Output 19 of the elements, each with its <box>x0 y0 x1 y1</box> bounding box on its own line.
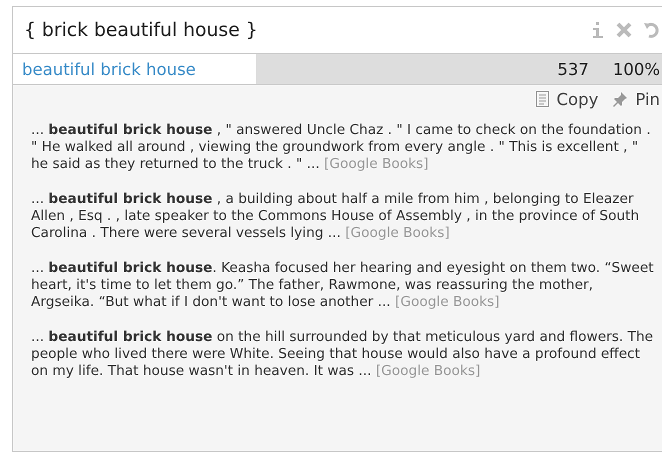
info-icon[interactable] <box>592 21 604 39</box>
snippet-text: ... beautiful brick house. Keasha focused her hearing and eyesight on them two. “Sweet heart, it's time to let them go.” The father, Rawmone, was reassuring the mother, Argseika. “But what if I don't want to lose another ... [Google Books] <box>31 260 654 311</box>
snippet-text: ... beautiful brick house , " answered Uncle Chaz . " I came to check on the foundation . " He walked all around , viewing the groundwork from every angle . " This is excellent , " he said as they returned to the truck . " ... [Google Books] <box>31 122 652 173</box>
undo-icon[interactable] <box>644 21 660 39</box>
match-count: 537 <box>557 60 589 78</box>
pin-icon <box>612 92 628 106</box>
source-link[interactable]: [Google Books] <box>395 294 500 310</box>
match-share: 100% <box>612 60 660 78</box>
pin-button[interactable]: Pin <box>612 90 660 108</box>
source-link[interactable]: [Google Books] <box>324 156 429 172</box>
snippet-text: ... beautiful brick house on the hill surrounded by that meticulous yard and flowers. The people who lived there were White. Seeing that house would also have a profound effect on my life. That house wasn't in heaven. It was ... [Google Books] <box>31 329 654 380</box>
close-icon[interactable] <box>616 22 632 38</box>
copy-button[interactable]: Copy <box>536 90 598 108</box>
phrase-link[interactable]: beautiful brick house <box>13 54 256 84</box>
source-link[interactable]: [Google Books] <box>376 363 480 379</box>
document-icon <box>536 91 548 107</box>
source-link[interactable]: [Google Books] <box>345 225 450 241</box>
snippet-text: ... beautiful brick house , a building about half a mile from him , belonging to Eleazer Allen , Esq . , late speaker to the Commons House of Assembly , in the province of South Carolina . There were several vessels lying ... [Google Books] <box>31 191 640 242</box>
query-title: { brick beautiful house } <box>24 20 259 40</box>
